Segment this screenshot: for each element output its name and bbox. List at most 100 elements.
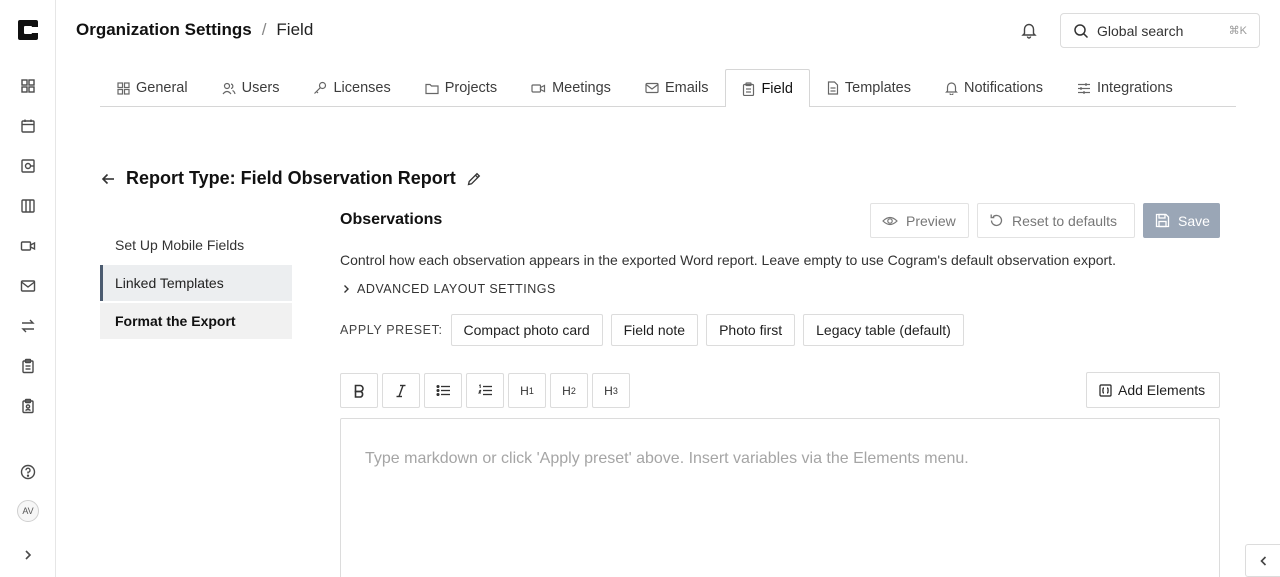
tab-integrations[interactable]: Integrations — [1060, 69, 1190, 106]
preset-compact-photo-card-button[interactable]: Compact photo card — [450, 314, 603, 346]
clipboard-icon[interactable] — [18, 356, 38, 376]
italic-button[interactable] — [382, 373, 420, 408]
markdown-editor[interactable]: Type markdown or click 'Apply preset' ab… — [340, 418, 1220, 577]
mail-icon — [645, 82, 659, 94]
grid-icon — [117, 81, 130, 95]
reset-icon — [989, 213, 1004, 228]
heading-2-letter: H — [562, 383, 571, 398]
tab-label: General — [136, 80, 188, 96]
variable-brackets-icon — [1099, 383, 1112, 397]
tab-label: Emails — [664, 80, 709, 96]
preset-row: APPLY PRESET: Compact photo card Field n… — [340, 314, 964, 346]
preset-legacy-table-button[interactable]: Legacy table (default) — [803, 314, 964, 346]
tab-field[interactable]: Field — [725, 69, 810, 107]
tab-label: Meetings — [552, 80, 611, 96]
tab-notifications[interactable]: Notifications — [928, 69, 1060, 106]
reset-defaults-button[interactable]: Reset to defaults — [977, 203, 1135, 238]
add-elements-button[interactable]: Add Elements — [1086, 372, 1220, 408]
file-icon — [827, 81, 839, 95]
numbered-list-icon — [477, 384, 493, 397]
bold-button[interactable] — [340, 373, 378, 408]
add-elements-label: Add Elements — [1118, 382, 1206, 398]
section-description: Control how each observation appears in … — [340, 252, 1116, 268]
dashboard-icon[interactable] — [18, 76, 38, 96]
report-title-row: Report Type: Field Observation Report — [100, 168, 482, 189]
mail-icon[interactable] — [18, 276, 38, 296]
breadcrumb: Organization Settings / Field — [76, 20, 313, 40]
global-search-input[interactable]: Global search ⌘K — [1060, 13, 1260, 48]
left-rail: AV — [0, 0, 56, 577]
sidenav-item-format-export[interactable]: Format the Export — [100, 303, 292, 339]
chevron-right-icon — [341, 284, 351, 294]
tab-label: Licenses — [333, 80, 391, 96]
notifications-bell-icon[interactable] — [1020, 21, 1038, 39]
save-label: Save — [1178, 212, 1210, 229]
heading-2-button[interactable]: H2 — [550, 373, 588, 408]
heading-1-button[interactable]: H1 — [508, 373, 546, 408]
bullet-list-button[interactable] — [424, 373, 462, 408]
columns-icon[interactable] — [18, 196, 38, 216]
edit-pencil-icon[interactable] — [466, 171, 482, 187]
help-icon[interactable] — [18, 462, 38, 482]
expand-chevron-icon[interactable] — [18, 545, 38, 565]
preset-field-note-button[interactable]: Field note — [610, 314, 699, 346]
header: Organization Settings / Field Global sea… — [56, 0, 1280, 60]
tab-general[interactable]: General — [100, 69, 205, 106]
editor-placeholder: Type markdown or click 'Apply preset' ab… — [365, 450, 969, 467]
tab-label: Projects — [444, 80, 498, 96]
folder-icon — [425, 82, 439, 95]
tab-meetings[interactable]: Meetings — [514, 69, 628, 106]
heading-3-level: 3 — [612, 385, 618, 396]
section-title: Observations — [340, 211, 443, 228]
tab-label: Field — [761, 80, 793, 97]
collapse-panel-button[interactable] — [1245, 544, 1280, 577]
tab-templates[interactable]: Templates — [810, 69, 928, 106]
avatar-initials: AV — [22, 506, 34, 516]
eye-icon — [882, 214, 898, 228]
sidenav-item-label: Format the Export — [115, 313, 236, 329]
numbered-list-button[interactable] — [466, 373, 504, 408]
advanced-layout-toggle[interactable]: ADVANCED LAYOUT SETTINGS — [341, 282, 556, 296]
heading-3-button[interactable]: H3 — [592, 373, 630, 408]
meeting-notes-icon[interactable] — [18, 156, 38, 176]
heading-1-level: 1 — [528, 385, 534, 396]
sidenav-item-label: Linked Templates — [115, 275, 224, 291]
badge-icon[interactable] — [18, 396, 38, 416]
bullet-list-icon — [435, 384, 451, 397]
sidenav-item-linked-templates[interactable]: Linked Templates — [100, 265, 292, 301]
heading-2-level: 2 — [570, 385, 576, 396]
breadcrumb-parent[interactable]: Organization Settings — [76, 20, 252, 40]
breadcrumb-separator: / — [261, 20, 267, 39]
save-button[interactable]: Save — [1143, 203, 1220, 238]
bell-icon — [945, 81, 958, 95]
sliders-icon — [1077, 82, 1091, 95]
tab-projects[interactable]: Projects — [408, 69, 514, 106]
logo-icon[interactable] — [18, 20, 38, 40]
transfer-icon[interactable] — [18, 316, 38, 336]
back-arrow-icon[interactable] — [100, 171, 116, 187]
video-icon[interactable] — [18, 236, 38, 256]
search-icon — [1073, 23, 1089, 39]
save-icon — [1155, 213, 1170, 228]
sidenav-item-setup-mobile-fields[interactable]: Set Up Mobile Fields — [100, 227, 292, 263]
avatar[interactable]: AV — [17, 500, 39, 522]
clipboard-icon — [742, 81, 755, 96]
key-icon — [313, 81, 327, 95]
heading-1-letter: H — [520, 383, 529, 398]
preset-photo-first-button[interactable]: Photo first — [706, 314, 796, 346]
users-icon — [222, 82, 236, 95]
tab-label: Notifications — [963, 80, 1043, 96]
report-title: Report Type: Field Observation Report — [126, 168, 456, 188]
italic-icon — [395, 384, 407, 398]
reset-label: Reset to defaults — [1012, 212, 1118, 229]
tab-emails[interactable]: Emails — [628, 69, 726, 106]
tab-licenses[interactable]: Licenses — [296, 69, 407, 106]
tab-label: Users — [241, 80, 280, 96]
sidenav-item-label: Set Up Mobile Fields — [115, 237, 245, 253]
calendar-icon[interactable] — [18, 116, 38, 136]
report-side-nav: Set Up Mobile Fields Linked Templates Fo… — [100, 227, 292, 341]
preview-button[interactable]: Preview — [870, 203, 969, 238]
video-icon — [531, 82, 546, 95]
search-placeholder: Global search — [1097, 22, 1184, 39]
tab-users[interactable]: Users — [205, 69, 297, 106]
